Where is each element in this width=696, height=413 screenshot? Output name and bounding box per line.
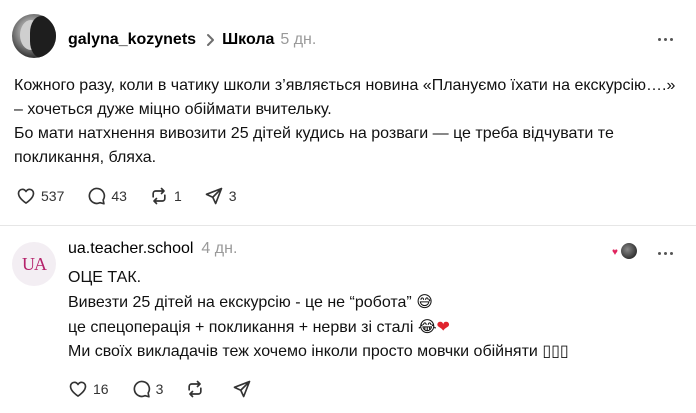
avatar-logo: UA	[22, 253, 47, 274]
avatar[interactable]	[12, 14, 56, 58]
reply-text-segment: це спецоперація + покликання + нерви зі …	[68, 319, 414, 336]
username-link[interactable]: galyna_kozynets	[68, 31, 196, 49]
reply-text: ОЦЕ ТАК. Вивезти 25 дітей на екскурсію -…	[68, 266, 668, 364]
comment-count: 3	[155, 381, 164, 397]
reply-text-tail: ▯▯▯	[542, 343, 569, 360]
heart-icon	[17, 188, 35, 204]
red-heart-emoji-icon: ❤	[436, 317, 450, 336]
reply-text-line: ОЦЕ ТАК.	[68, 269, 142, 286]
reply-text-line: Вивезти 25 дітей на екскурсію - це не “р…	[68, 290, 668, 315]
repost-count: 1	[173, 188, 182, 204]
post-card: galyna_kozynets Школа 5 дн. Кожного разу…	[0, 0, 696, 226]
heart-icon: ♥	[612, 247, 618, 258]
share-count: 3	[228, 188, 237, 204]
comment-button[interactable]: 43	[86, 186, 127, 206]
avatar[interactable]: UA	[12, 242, 56, 286]
comment-button[interactable]: 3	[131, 379, 164, 399]
more-icon[interactable]	[658, 38, 673, 41]
like-button[interactable]: 16	[68, 379, 109, 399]
post-text-line: Кожного разу, коли в чатику школи з’явля…	[14, 77, 676, 118]
chevron-right-icon	[206, 33, 215, 47]
repost-button[interactable]: 1	[149, 186, 182, 206]
comment-count: 43	[111, 188, 127, 204]
reply-text-segment: Ми своїх викладачів теж хочемо інколи пр…	[68, 343, 538, 360]
more-icon[interactable]	[658, 252, 673, 255]
community-link[interactable]: Школа	[222, 31, 274, 49]
tears-of-joy-emoji-icon: 😂	[417, 317, 437, 336]
repost-icon	[152, 187, 166, 205]
share-button[interactable]: 3	[204, 186, 237, 206]
reply-header: ua.teacher.school 4 дн.	[68, 240, 237, 258]
post-actions: 537 43 1 3	[16, 186, 259, 206]
timestamp: 4 дн.	[201, 240, 238, 257]
reactor-avatars: ♥	[612, 240, 640, 262]
like-button[interactable]: 537	[16, 186, 64, 206]
comment-icon	[88, 187, 106, 205]
post-text: Кожного разу, коли в чатику школи з’явля…	[14, 74, 684, 170]
reply-actions: 16 3	[68, 379, 279, 399]
avatar-hair	[30, 16, 56, 58]
reply-text-line: це спецоперація + покликання + нерви зі …	[68, 315, 668, 340]
repost-icon	[188, 380, 203, 398]
reactor-avatar	[620, 242, 638, 260]
post-text-line: Бо мати натхнення вивозити 25 дітей куди…	[14, 125, 614, 166]
share-icon	[205, 187, 223, 205]
repost-button[interactable]	[185, 379, 210, 399]
reply-text-segment: Вивезти 25 дітей на екскурсію - це не “р…	[68, 294, 412, 311]
timestamp: 5 дн.	[280, 31, 317, 48]
username-link[interactable]: ua.teacher.school	[68, 240, 193, 258]
reply-card: UA ua.teacher.school 4 дн. ♥ ОЦЕ ТАК. Ви…	[0, 226, 696, 413]
like-count: 16	[93, 381, 109, 397]
comment-icon	[133, 380, 150, 398]
heart-icon	[69, 381, 87, 397]
like-count: 537	[41, 188, 65, 204]
post-header: galyna_kozynets Школа 5 дн.	[68, 28, 316, 52]
share-icon	[234, 380, 251, 398]
sweat-smile-emoji-icon: 😅	[416, 292, 433, 311]
share-button[interactable]	[232, 379, 257, 399]
reply-text-line: Ми своїх викладачів теж хочемо інколи пр…	[68, 340, 668, 364]
